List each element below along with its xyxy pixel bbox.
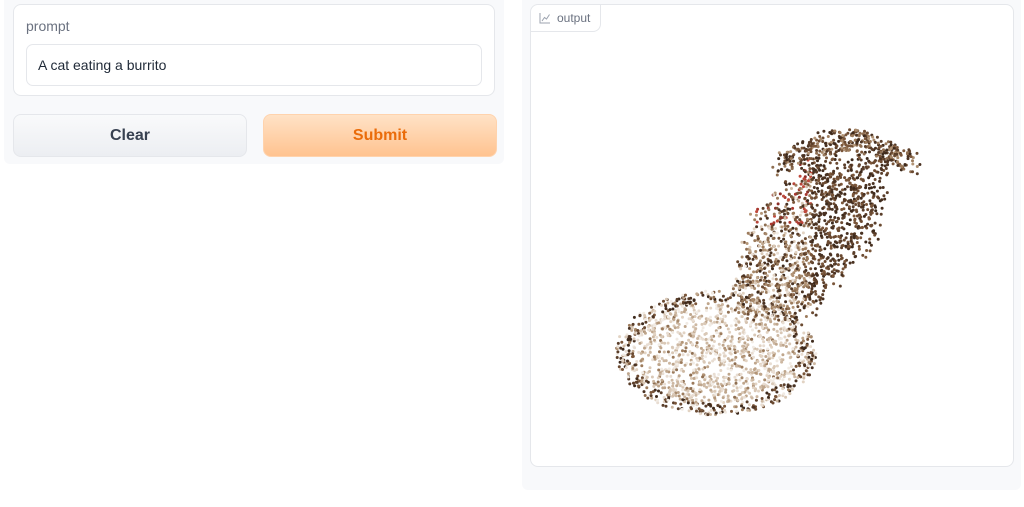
output-label-text: output [557, 11, 591, 25]
clear-button[interactable]: Clear [13, 114, 247, 157]
prompt-input[interactable] [26, 44, 482, 86]
chart-icon [539, 12, 551, 24]
output-panel: output [522, 0, 1021, 490]
input-panel: prompt Clear Submit [4, 0, 504, 164]
point-cloud-plot[interactable] [531, 5, 1014, 467]
submit-button[interactable]: Submit [263, 114, 497, 157]
output-plot-area: output [530, 4, 1014, 467]
output-label: output [531, 5, 602, 32]
prompt-label: prompt [26, 18, 70, 34]
prompt-block: prompt [13, 4, 495, 96]
